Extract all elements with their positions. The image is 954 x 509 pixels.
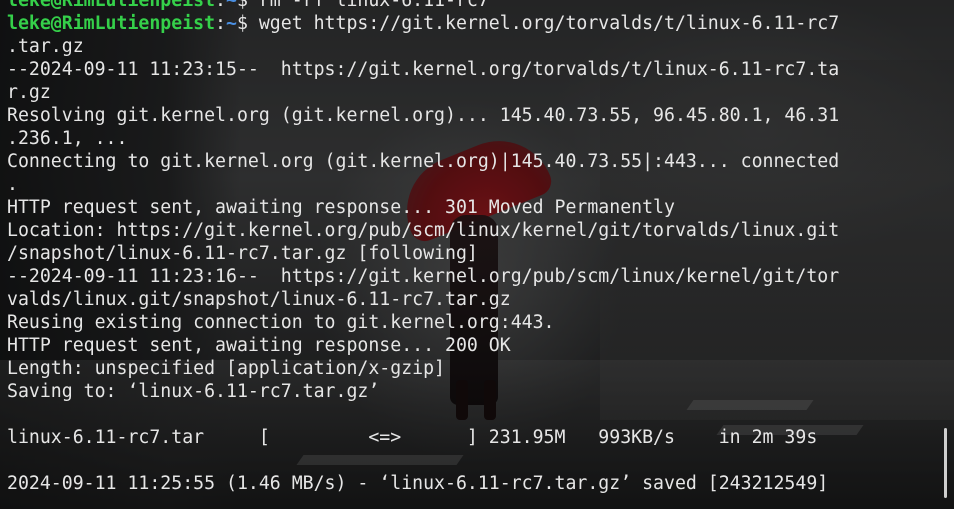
progress-line: linux-6.11-rc7.tar [ <=> ] 231.95M 993KB… — [7, 427, 818, 448]
terminal-output[interactable]: leke@RimLutienpeist:~$ rm -rf linux-6.11… — [7, 0, 947, 495]
output-line: /snapshot/linux-6.11-rc7.tar.gz [followi… — [7, 243, 478, 264]
prompt-symbol: $ — [236, 0, 248, 11]
output-line: --2024-09-11 11:23:16-- https://git.kern… — [7, 266, 840, 287]
command-text: wget https://git.kernel.org/torvalds/t/l… — [258, 13, 840, 34]
previous-command: rm -rf linux-6.11-rc7 — [258, 0, 489, 11]
output-line: .tar.gz — [7, 36, 84, 57]
output-line: r.gz — [7, 82, 51, 103]
output-line: Length: unspecified [application/x-gzip] — [7, 358, 445, 379]
output-line: Location: https://git.kernel.org/pub/scm… — [7, 220, 840, 241]
output-line: valds/linux.git/snapshot/linux-6.11-rc7.… — [7, 289, 511, 310]
scrollbar-thumb[interactable] — [944, 428, 947, 498]
prompt-line: leke@RimLutienpeist:~$ wget https://git.… — [7, 13, 840, 34]
prompt-user-host: leke@RimLutienpeist — [7, 13, 216, 34]
output-line: .236.1, ... — [7, 128, 128, 149]
output-line: Connecting to git.kernel.org (git.kernel… — [7, 151, 840, 172]
output-line: HTTP request sent, awaiting response... … — [7, 335, 511, 356]
saved-line: 2024-09-11 11:25:55 (1.46 MB/s) - ‘linux… — [7, 473, 829, 494]
output-line: --2024-09-11 11:23:15-- https://git.kern… — [7, 59, 840, 80]
output-line: Resolving git.kernel.org (git.kernel.org… — [7, 105, 840, 126]
prompt-path: ~ — [226, 13, 237, 34]
prompt-symbol: $ — [236, 13, 248, 34]
terminal-window[interactable]: leke@RimLutienpeist:~$ rm -rf linux-6.11… — [0, 0, 954, 509]
prompt-path: ~ — [226, 0, 237, 11]
output-line: . — [7, 174, 18, 195]
previous-prompt-line: leke@RimLutienpeist:~$ rm -rf linux-6.11… — [7, 0, 947, 12]
output-line: Saving to: ‘linux-6.11-rc7.tar.gz’ — [7, 381, 380, 402]
output-line: HTTP request sent, awaiting response... … — [7, 197, 675, 218]
output-line: Reusing existing connection to git.kerne… — [7, 312, 555, 333]
prompt-user-host: leke@RimLutienpeist — [7, 0, 216, 11]
